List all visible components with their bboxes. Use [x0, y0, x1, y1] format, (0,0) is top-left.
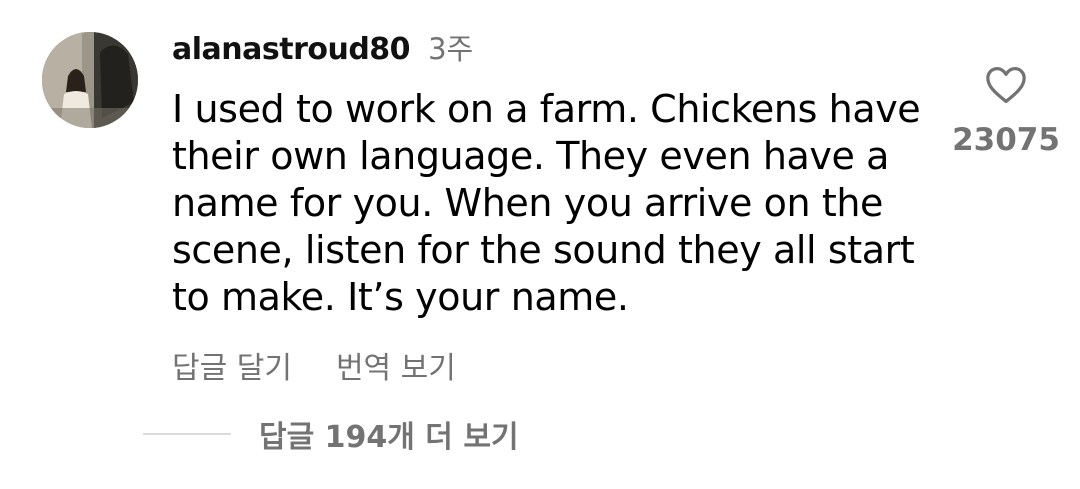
- comment: alanastroud80 3주 I used to work on a far…: [172, 26, 932, 387]
- username[interactable]: alanastroud80: [172, 32, 411, 67]
- avatar-photo: [42, 32, 138, 128]
- comment-text: I used to work on a farm. Chickens have …: [172, 87, 921, 319]
- reply-button[interactable]: 답글 달기: [172, 343, 292, 387]
- view-replies-label[interactable]: 답글 194개 더 보기: [259, 412, 519, 456]
- avatar[interactable]: [42, 32, 138, 128]
- timestamp: 3주: [428, 32, 474, 66]
- like-section: 23075: [950, 66, 1062, 158]
- heart-outline-icon[interactable]: [985, 66, 1027, 104]
- translate-button[interactable]: 번역 보기: [336, 343, 456, 387]
- comment-actions: 답글 달기 번역 보기: [172, 343, 932, 387]
- like-count: 23075: [952, 122, 1060, 158]
- comment-meta: alanastroud80 3주: [172, 26, 932, 74]
- view-more-replies[interactable]: 답글 194개 더 보기: [143, 412, 519, 456]
- replies-divider: [143, 433, 231, 435]
